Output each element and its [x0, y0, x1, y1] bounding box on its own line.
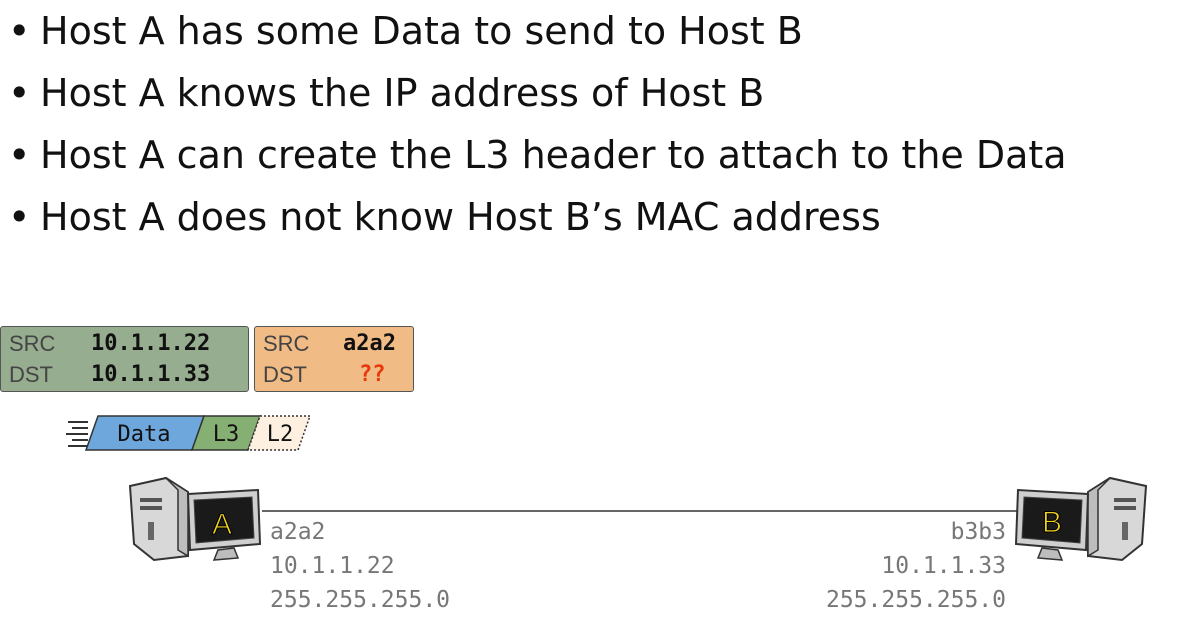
l2-header-box: SRC a2a2 DST ?? [254, 326, 414, 392]
packet: Data L3 L2 [64, 412, 314, 454]
host-b-mac: b3b3 [950, 519, 1006, 545]
l3-src-ip: 10.1.1.22 [91, 331, 211, 356]
l3-header-box: SRC 10.1.1.22 DST 10.1.1.33 [0, 326, 249, 392]
host-b-mask: 255.255.255.0 [825, 587, 1006, 613]
l2-dst-label: DST [263, 362, 307, 387]
l3-segment-label: L3 [213, 422, 240, 447]
host-a-letter: A [212, 508, 232, 541]
speed-lines-icon [66, 421, 88, 447]
bullet-text: Host A can create the L3 header to attac… [40, 133, 1067, 177]
bullet-item: • Host A knows the IP address of Host B [8, 71, 765, 115]
host-a-ip: 10.1.1.22 [270, 553, 395, 579]
computer-icon: B [1014, 476, 1148, 562]
bullet-list: • Host A has some Data to send to Host B … [8, 4, 1067, 252]
l3-dst-label: DST [9, 362, 53, 387]
l2-src-label: SRC [263, 331, 310, 356]
bullet-text: Host A has some Data to send to Host B [40, 9, 803, 53]
bullet-text: Host A knows the IP address of Host B [40, 71, 765, 115]
data-segment-label: Data [118, 422, 171, 447]
l2-dst-mac-unknown: ?? [359, 362, 386, 387]
host-b-ip: 10.1.1.33 [881, 553, 1006, 579]
network-link [262, 510, 1020, 512]
l3-dst-ip: 10.1.1.33 [91, 362, 211, 387]
l2-src-mac: a2a2 [343, 331, 396, 356]
l2-segment-label: L2 [267, 422, 294, 447]
host-b-letter: B [1042, 506, 1062, 539]
computer-icon: A [128, 476, 262, 562]
host-a-mask: 255.255.255.0 [270, 587, 451, 613]
bullet-item: • Host A has some Data to send to Host B [8, 9, 803, 53]
host-a-addresses: a2a2 10.1.1.22 255.255.255.0 [270, 515, 450, 617]
host-b[interactable]: B [1010, 470, 1150, 566]
bullet-item: • Host A can create the L3 header to atta… [8, 133, 1067, 177]
bullet-text: Host A does not know Host B’s MAC addres… [40, 195, 881, 239]
host-a-mac: a2a2 [270, 519, 326, 545]
host-b-addresses: b3b3 10.1.1.33 255.255.255.0 [826, 515, 1006, 617]
bullet-item: • Host A does not know Host B’s MAC addre… [8, 195, 881, 239]
l3-src-label: SRC [9, 331, 56, 356]
host-a[interactable]: A [126, 470, 266, 566]
